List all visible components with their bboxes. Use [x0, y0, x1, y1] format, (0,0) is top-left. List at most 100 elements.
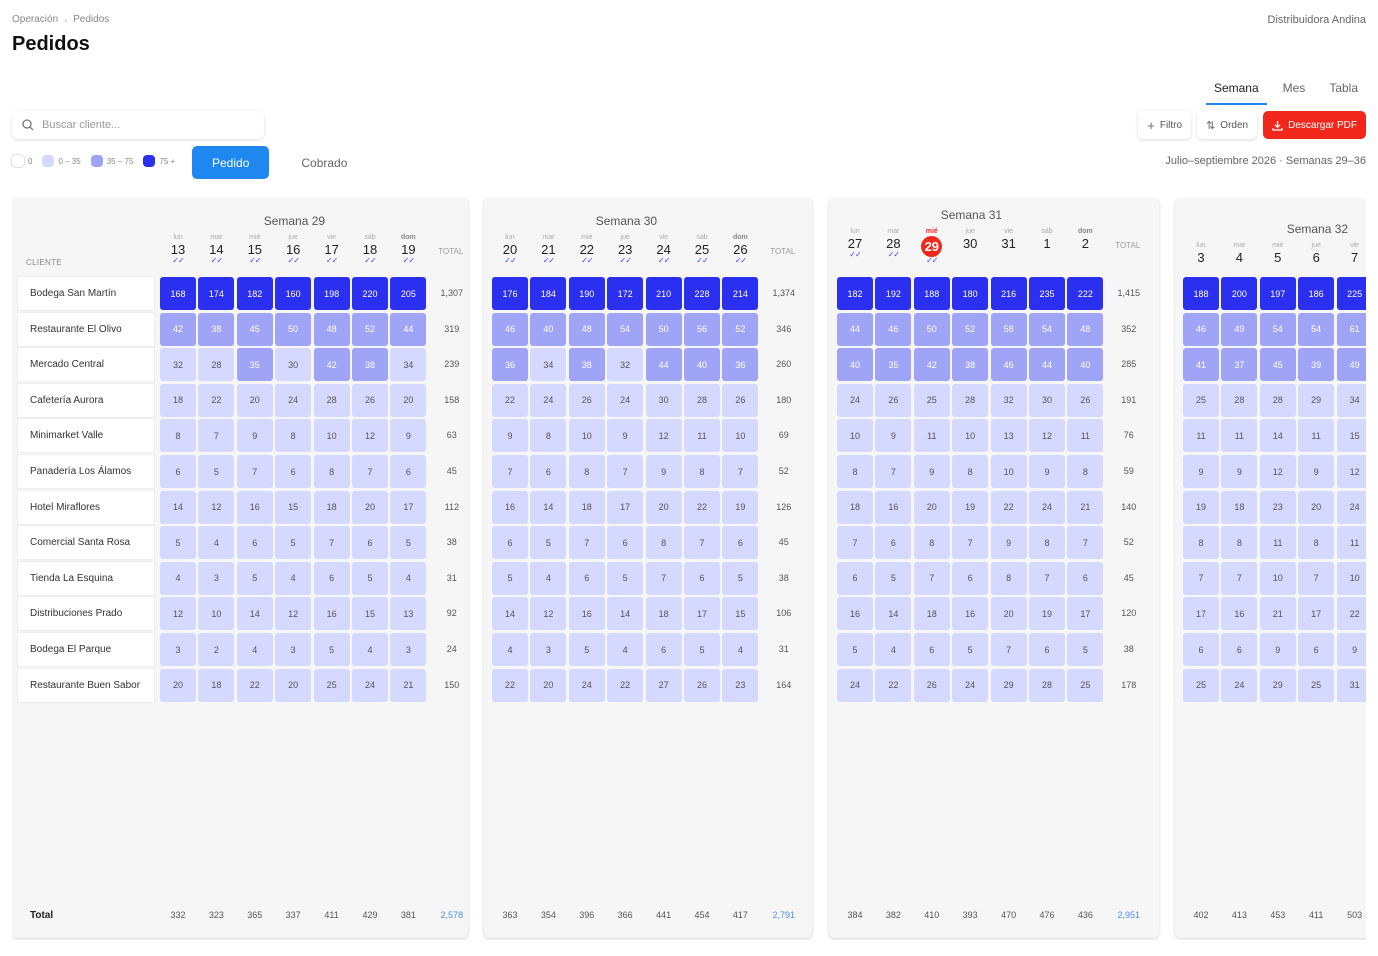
order-cell[interactable]: 38: [568, 348, 605, 382]
order-cell[interactable]: 10: [568, 419, 605, 453]
order-cell[interactable]: 16: [1221, 597, 1258, 631]
order-cell[interactable]: 7: [1183, 561, 1219, 595]
order-cell[interactable]: 48: [568, 312, 605, 346]
order-cell[interactable]: 38: [198, 312, 235, 346]
order-cell[interactable]: 18: [160, 383, 196, 417]
day-header[interactable]: vie 7: [1337, 242, 1366, 265]
order-button[interactable]: ⇅ Orden: [1197, 111, 1258, 139]
order-cell[interactable]: 32: [160, 348, 196, 382]
order-cell[interactable]: 7: [952, 526, 989, 560]
order-cell[interactable]: 3: [530, 633, 567, 666]
order-cell[interactable]: 4: [722, 633, 759, 666]
client-row-label[interactable]: Distribuciones Prado: [18, 597, 154, 631]
order-cell[interactable]: 6: [875, 526, 912, 560]
order-cell[interactable]: 13: [390, 597, 427, 631]
order-cell[interactable]: 174: [198, 277, 235, 310]
order-cell[interactable]: 190: [568, 277, 605, 310]
client-row-label[interactable]: Restaurante El Olivo: [18, 312, 154, 346]
order-cell[interactable]: 7: [492, 455, 528, 488]
order-cell[interactable]: 17: [1298, 597, 1335, 631]
order-cell[interactable]: 38: [952, 348, 989, 382]
order-cell[interactable]: 11: [913, 419, 950, 453]
order-cell[interactable]: 32: [607, 348, 644, 382]
order-cell[interactable]: 24: [1029, 490, 1065, 524]
order-cell[interactable]: 56: [684, 312, 720, 346]
order-cell[interactable]: 16: [313, 597, 350, 631]
order-cell[interactable]: 5: [530, 526, 567, 560]
order-cell[interactable]: 9: [607, 419, 644, 453]
order-cell[interactable]: 28: [1029, 668, 1065, 702]
order-cell[interactable]: 49: [1336, 348, 1366, 382]
order-cell[interactable]: 50: [645, 312, 682, 346]
order-cell[interactable]: 44: [837, 312, 873, 346]
order-cell[interactable]: 8: [313, 455, 350, 488]
order-cell[interactable]: 182: [837, 277, 873, 310]
client-row-label[interactable]: Mercado Central: [18, 348, 154, 382]
order-cell[interactable]: 27: [645, 668, 682, 702]
order-cell[interactable]: 184: [530, 277, 567, 310]
order-cell[interactable]: 8: [1298, 526, 1335, 560]
order-cell[interactable]: 16: [875, 490, 912, 524]
breadcrumb-item-operacion[interactable]: Operación: [12, 14, 58, 25]
order-cell[interactable]: 15: [1336, 419, 1366, 453]
order-cell[interactable]: 8: [645, 526, 682, 560]
order-cell[interactable]: 188: [913, 277, 950, 310]
order-cell[interactable]: 25: [1183, 668, 1219, 702]
order-cell[interactable]: 11: [1336, 526, 1366, 560]
order-cell[interactable]: 12: [1259, 455, 1296, 488]
day-header[interactable]: vie 31: [991, 228, 1027, 251]
order-cell[interactable]: 11: [1221, 419, 1258, 453]
order-cell[interactable]: 18: [568, 490, 605, 524]
order-cell[interactable]: 34: [1336, 383, 1366, 417]
day-header[interactable]: mié 5: [1260, 242, 1296, 265]
order-cell[interactable]: 16: [492, 490, 528, 524]
order-cell[interactable]: 49: [1221, 312, 1258, 346]
order-cell[interactable]: 36: [492, 348, 528, 382]
order-cell[interactable]: 197: [1259, 277, 1296, 310]
client-row-label[interactable]: Restaurante Buen Sabor: [18, 668, 154, 702]
order-cell[interactable]: 10: [1259, 561, 1296, 595]
order-cell[interactable]: 20: [645, 490, 682, 524]
day-header[interactable]: mié 29 ✓✓: [914, 228, 950, 265]
day-header[interactable]: jue 23 ✓✓: [607, 234, 643, 265]
order-cell[interactable]: 9: [1221, 455, 1258, 488]
order-cell[interactable]: 11: [1259, 526, 1296, 560]
order-cell[interactable]: 22: [492, 668, 528, 702]
order-cell[interactable]: 29: [1298, 383, 1335, 417]
order-cell[interactable]: 22: [492, 383, 528, 417]
order-cell[interactable]: 40: [530, 312, 567, 346]
order-cell[interactable]: 25: [1183, 383, 1219, 417]
order-cell[interactable]: 5: [568, 633, 605, 666]
order-cell[interactable]: 3: [198, 561, 235, 595]
order-cell[interactable]: 6: [952, 561, 989, 595]
order-cell[interactable]: 26: [352, 383, 388, 417]
order-cell[interactable]: 5: [236, 561, 273, 595]
order-cell[interactable]: 14: [530, 490, 567, 524]
order-cell[interactable]: 4: [530, 561, 567, 595]
order-cell[interactable]: 17: [390, 490, 427, 524]
order-cell[interactable]: 46: [492, 312, 528, 346]
order-cell[interactable]: 8: [1029, 526, 1065, 560]
order-cell[interactable]: 26: [875, 383, 912, 417]
order-cell[interactable]: 41: [1183, 348, 1219, 382]
order-cell[interactable]: 10: [1336, 561, 1366, 595]
order-cell[interactable]: 9: [645, 455, 682, 488]
order-cell[interactable]: 34: [390, 348, 427, 382]
order-cell[interactable]: 205: [390, 277, 427, 310]
order-cell[interactable]: 21: [1259, 597, 1296, 631]
order-cell[interactable]: 5: [275, 526, 312, 560]
order-cell[interactable]: 6: [1221, 633, 1258, 666]
order-cell[interactable]: 4: [275, 561, 312, 595]
order-cell[interactable]: 24: [352, 668, 388, 702]
order-cell[interactable]: 7: [568, 526, 605, 560]
order-cell[interactable]: 9: [492, 419, 528, 453]
order-cell[interactable]: 5: [837, 633, 873, 666]
order-cell[interactable]: 14: [236, 597, 273, 631]
order-cell[interactable]: 6: [645, 633, 682, 666]
order-cell[interactable]: 2: [198, 633, 235, 666]
order-cell[interactable]: 6: [275, 455, 312, 488]
order-cell[interactable]: 7: [645, 561, 682, 595]
order-cell[interactable]: 18: [1221, 490, 1258, 524]
order-cell[interactable]: 5: [390, 526, 427, 560]
order-cell[interactable]: 7: [313, 526, 350, 560]
